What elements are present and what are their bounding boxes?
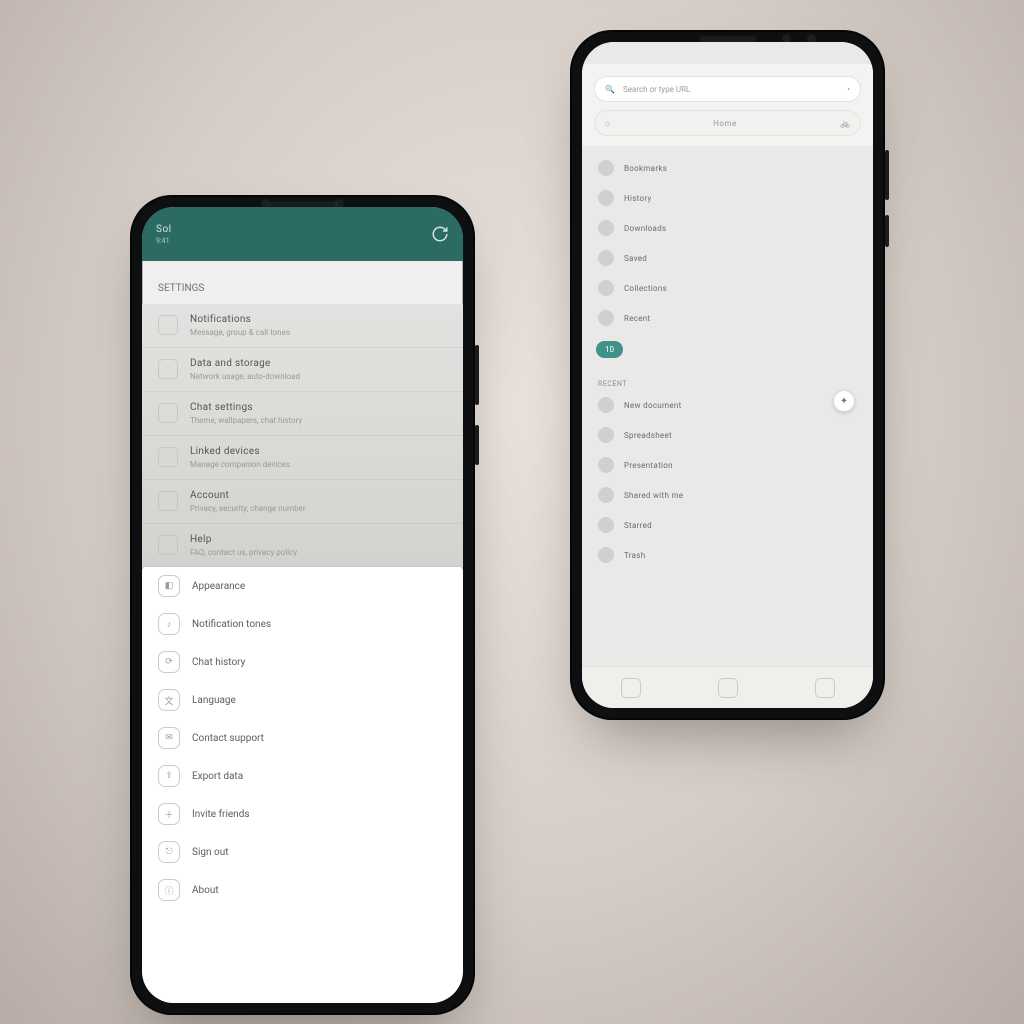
list-item[interactable]: Presentation	[582, 450, 873, 480]
phone-right: 🔍 Search or type URL • ⌂ Home 🚲 Bookmark…	[570, 30, 885, 720]
phone-left: Sol 9:41 SETTINGS NotificationsMessage, …	[130, 195, 475, 1015]
list-item[interactable]: Starred	[582, 510, 873, 540]
sheet-row[interactable]: 文Language	[142, 681, 463, 719]
stage: Sol 9:41 SETTINGS NotificationsMessage, …	[0, 0, 1024, 1024]
history-icon	[598, 190, 614, 206]
sheet-row[interactable]: ⇪Export data	[142, 757, 463, 795]
sheet-row[interactable]: ⎋Sign out	[142, 833, 463, 871]
bike-icon: 🚲	[840, 119, 850, 128]
home-icon[interactable]	[621, 678, 641, 698]
bell-icon	[158, 315, 178, 335]
list-item[interactable]: Shared with me	[582, 480, 873, 510]
sheet-row[interactable]: ⟳Chat history	[142, 643, 463, 681]
search-placeholder: Search or type URL	[623, 85, 690, 94]
list-item[interactable]: Bookmarks	[582, 153, 873, 183]
sheet-row[interactable]: ✉Contact support	[142, 719, 463, 757]
search-icon: 🔍	[605, 85, 615, 94]
tabs-icon[interactable]	[718, 678, 738, 698]
home-icon: ⌂	[605, 119, 610, 128]
star-icon	[598, 517, 614, 533]
list-item[interactable]: Data and storageNetwork usage, auto-down…	[142, 347, 463, 391]
bottom-sheet: ◧Appearance ♪Notification tones ⟳Chat hi…	[142, 567, 463, 1003]
storage-icon	[158, 359, 178, 379]
trash-icon	[598, 547, 614, 563]
status-time: 9:41	[156, 237, 172, 245]
app-header: Sol 9:41	[142, 207, 463, 261]
download-icon	[598, 220, 614, 236]
sheet-row[interactable]: ＋Invite friends	[142, 795, 463, 833]
app-title: Sol	[156, 224, 172, 235]
list-item[interactable]: New document	[582, 390, 873, 420]
settings-list: NotificationsMessage, group & call tones…	[142, 304, 463, 567]
list-item[interactable]: Linked devicesManage companion devices	[142, 435, 463, 479]
list-item[interactable]: Saved	[582, 243, 873, 273]
list-item[interactable]: Recent	[582, 303, 873, 333]
help-icon	[158, 535, 178, 555]
filter-chip[interactable]: ⌂ Home 🚲	[594, 110, 861, 136]
mic-icon[interactable]: •	[847, 85, 850, 94]
bookmark-icon	[598, 160, 614, 176]
chat-icon	[158, 403, 178, 423]
support-icon: ✉	[158, 727, 180, 749]
account-icon	[158, 491, 178, 511]
bottom-tabbar	[582, 666, 873, 708]
appearance-icon: ◧	[158, 575, 180, 597]
list-item[interactable]: AccountPrivacy, security, change number	[142, 479, 463, 523]
list-item[interactable]: Spreadsheet	[582, 420, 873, 450]
sheet-row[interactable]: ♪Notification tones	[142, 605, 463, 643]
phone-right-screen: 🔍 Search or type URL • ⌂ Home 🚲 Bookmark…	[582, 42, 873, 708]
slides-icon	[598, 457, 614, 473]
sync-icon[interactable]	[431, 225, 449, 243]
list-item[interactable]: Chat settingsTheme, wallpapers, chat his…	[142, 391, 463, 435]
sheet-row[interactable]: ◧Appearance	[142, 567, 463, 605]
devices-icon	[158, 447, 178, 467]
recent-icon	[598, 310, 614, 326]
search-bar[interactable]: 🔍 Search or type URL •	[594, 76, 861, 102]
about-icon: ⓘ	[158, 879, 180, 901]
list-item[interactable]: History	[582, 183, 873, 213]
signout-icon: ⎋	[158, 841, 180, 863]
browser-body: Bookmarks History Downloads Saved Collec…	[582, 147, 873, 666]
fab-add[interactable]: ✦	[833, 390, 855, 412]
section-heading: RECENT	[582, 374, 873, 390]
doc-icon	[598, 397, 614, 413]
language-icon: 文	[158, 689, 180, 711]
list-item[interactable]: NotificationsMessage, group & call tones	[142, 304, 463, 347]
history-icon: ⟳	[158, 651, 180, 673]
invite-icon: ＋	[158, 803, 180, 825]
saved-icon	[598, 250, 614, 266]
list-item[interactable]: Trash	[582, 540, 873, 570]
phone-left-screen: Sol 9:41 SETTINGS NotificationsMessage, …	[142, 207, 463, 1003]
sheet-row[interactable]: ⓘAbout	[142, 871, 463, 909]
list-item[interactable]: Downloads	[582, 213, 873, 243]
list-item[interactable]: Collections	[582, 273, 873, 303]
export-icon: ⇪	[158, 765, 180, 787]
collections-icon	[598, 280, 614, 296]
share-icon[interactable]	[815, 678, 835, 698]
sheet-icon	[598, 427, 614, 443]
shared-icon	[598, 487, 614, 503]
list-item[interactable]: HelpFAQ, contact us, privacy policy	[142, 523, 463, 567]
count-pill[interactable]: 10	[596, 341, 623, 358]
section-label: SETTINGS	[142, 261, 463, 304]
tone-icon: ♪	[158, 613, 180, 635]
browser-header: 🔍 Search or type URL • ⌂ Home 🚲	[582, 64, 873, 147]
